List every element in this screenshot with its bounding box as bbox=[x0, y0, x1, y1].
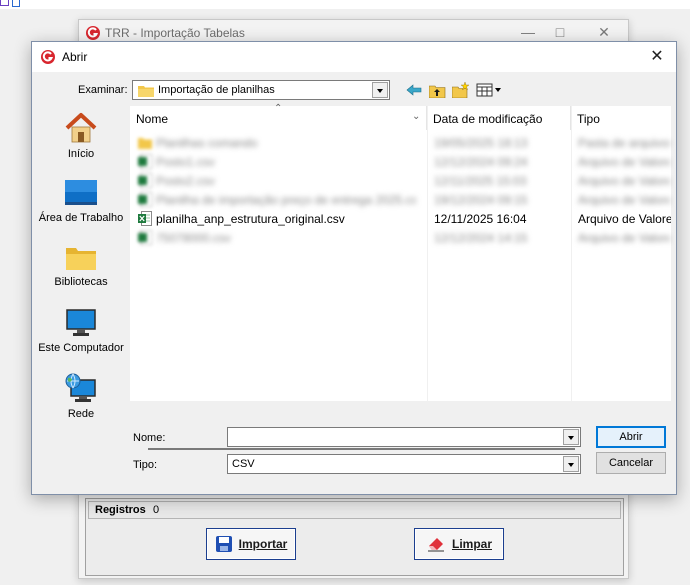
file-name: Posto2.csv bbox=[156, 174, 215, 188]
close-button[interactable]: ✕ bbox=[589, 24, 619, 41]
chevron-down-icon[interactable] bbox=[563, 456, 579, 472]
file-list[interactable]: ⌃ Nome ⌄ Data de modificação Tipo Planil… bbox=[130, 103, 671, 401]
place-label: Área de Trabalho bbox=[38, 212, 124, 224]
excel-csv-icon bbox=[138, 211, 152, 226]
file-date: 12/11/2025 15:03 bbox=[434, 174, 527, 188]
nome-label: Nome: bbox=[133, 432, 166, 444]
file-row-selected-candidate[interactable]: planilha_anp_estrutura_original.csv 12/1… bbox=[130, 209, 671, 228]
chevron-down-icon[interactable]: ⌄ bbox=[412, 111, 420, 122]
file-date: 19/12/2024 09:15 bbox=[434, 193, 528, 207]
excel-csv-icon bbox=[138, 154, 152, 169]
file-row[interactable]: Posto2.csv 12/11/2025 15:03 Arquivo de V… bbox=[130, 171, 671, 190]
registros-bar: Registros 0 bbox=[88, 501, 621, 519]
network-icon bbox=[65, 373, 96, 402]
file-name: Planilha de importação preço de entrega … bbox=[156, 193, 416, 207]
place-label: Este Computador bbox=[38, 342, 124, 354]
file-type-value: CSV bbox=[232, 458, 255, 470]
file-row[interactable]: Posto1.csv 12/12/2024 09:24 Arquivo de V… bbox=[130, 152, 671, 171]
column-header-label: Tipo bbox=[577, 112, 600, 126]
file-date: 12/12/2024 09:24 bbox=[434, 155, 528, 169]
back-arrow-icon[interactable] bbox=[404, 80, 424, 100]
open-file-dialog: Abrir ✕ Examinar: Importação de planilha… bbox=[31, 41, 677, 495]
column-header-nome[interactable]: ⌃ Nome ⌄ bbox=[130, 103, 427, 130]
place-label: Início bbox=[67, 148, 95, 160]
file-type: Arquivo de Valores bbox=[578, 193, 670, 207]
registros-label: Registros bbox=[95, 504, 146, 516]
place-label: Rede bbox=[67, 408, 95, 420]
column-header-label: Data de modificação bbox=[433, 112, 543, 126]
file-type: Pasta de arquivos bbox=[578, 136, 670, 150]
column-header-tipo[interactable]: Tipo bbox=[571, 106, 671, 130]
place-bibliotecas[interactable]: Bibliotecas bbox=[32, 244, 130, 289]
tipo-label: Tipo: bbox=[133, 459, 158, 471]
file-date: 19/05/2025 18:13 bbox=[434, 136, 528, 150]
file-name: planilha_anp_estrutura_original.csv bbox=[156, 212, 345, 226]
bottom-panel: Registros 0 Importar Limpar bbox=[85, 498, 624, 576]
file-type: Arquivo de Valores bbox=[578, 174, 670, 188]
view-menu-icon[interactable] bbox=[475, 80, 503, 100]
column-header-label: Nome bbox=[136, 112, 169, 126]
file-row[interactable]: Planilhas comando 19/05/2025 18:13 Pasta… bbox=[130, 133, 671, 152]
file-date: 12/12/2024 14:15 bbox=[434, 231, 528, 245]
desktop-icon bbox=[65, 180, 97, 205]
examinar-label: Examinar: bbox=[78, 84, 128, 96]
cancelar-button[interactable]: Cancelar bbox=[596, 452, 666, 474]
file-type-select[interactable]: CSV bbox=[227, 454, 581, 474]
excel-csv-icon bbox=[138, 173, 152, 188]
file-type: Arquivo de Valores bbox=[578, 155, 670, 169]
sort-ascending-icon: ⌃ bbox=[274, 103, 283, 114]
chevron-down-icon[interactable] bbox=[563, 429, 579, 445]
place-rede[interactable]: Rede bbox=[32, 372, 130, 421]
excel-csv-icon bbox=[138, 230, 152, 245]
folder-icon bbox=[138, 86, 154, 97]
look-in-combo[interactable]: Importação de planilhas bbox=[132, 80, 390, 100]
file-name: Planilhas comando bbox=[156, 136, 258, 150]
abrir-button[interactable]: Abrir bbox=[596, 426, 666, 448]
file-row[interactable]: 75078000.csv 12/12/2024 14:15 Arquivo de… bbox=[130, 228, 671, 247]
dialog-title: Abrir bbox=[62, 50, 88, 64]
limpar-label: Limpar bbox=[451, 537, 492, 551]
place-este-computador[interactable]: Este Computador bbox=[32, 308, 130, 355]
up-folder-icon[interactable] bbox=[427, 80, 447, 100]
file-name: 75078000.csv bbox=[156, 231, 231, 245]
importar-button[interactable]: Importar bbox=[206, 528, 296, 560]
file-type: Arquivo de Valores bbox=[578, 231, 670, 245]
eraser-icon bbox=[427, 538, 444, 552]
background-window-title: TRR - Importação Tabelas bbox=[105, 26, 245, 40]
registros-count: 0 bbox=[153, 504, 160, 516]
app-logo-icon bbox=[86, 26, 100, 40]
save-disk-icon bbox=[215, 536, 232, 552]
file-type: Arquivo de Valore bbox=[578, 212, 671, 226]
computer-icon bbox=[66, 309, 96, 336]
file-name: Posto1.csv bbox=[156, 155, 215, 169]
current-folder-name: Importação de planilhas bbox=[158, 84, 275, 96]
dialog-close-button[interactable]: ✕ bbox=[646, 47, 668, 67]
app-logo-icon bbox=[41, 50, 55, 64]
new-folder-icon[interactable] bbox=[451, 80, 471, 100]
minimize-button[interactable]: — bbox=[513, 24, 543, 40]
file-date: 12/11/2025 16:04 bbox=[434, 212, 527, 226]
desktop-top-strip bbox=[0, 0, 690, 9]
importar-label: Importar bbox=[238, 537, 288, 551]
chevron-down-icon[interactable] bbox=[372, 82, 388, 98]
folder-icon bbox=[138, 138, 152, 149]
home-icon bbox=[65, 113, 97, 143]
libraries-icon bbox=[66, 248, 96, 270]
file-name-input[interactable] bbox=[227, 427, 581, 447]
maximize-button[interactable]: □ bbox=[545, 24, 575, 40]
horizontal-scrollbar[interactable] bbox=[148, 448, 575, 450]
place-inicio[interactable]: Início bbox=[32, 112, 130, 161]
place-area-de-trabalho[interactable]: Área de Trabalho bbox=[32, 178, 130, 225]
file-row[interactable]: Planilha de importação preço de entrega … bbox=[130, 190, 671, 209]
excel-csv-icon bbox=[138, 192, 152, 207]
limpar-button[interactable]: Limpar bbox=[414, 528, 504, 560]
taskbar-mini-icon-2 bbox=[12, 0, 20, 7]
place-label: Bibliotecas bbox=[54, 276, 108, 288]
dialog-titlebar: Abrir ✕ bbox=[32, 42, 676, 72]
column-header-data[interactable]: Data de modificação bbox=[427, 106, 571, 130]
taskbar-mini-icon bbox=[0, 0, 9, 6]
